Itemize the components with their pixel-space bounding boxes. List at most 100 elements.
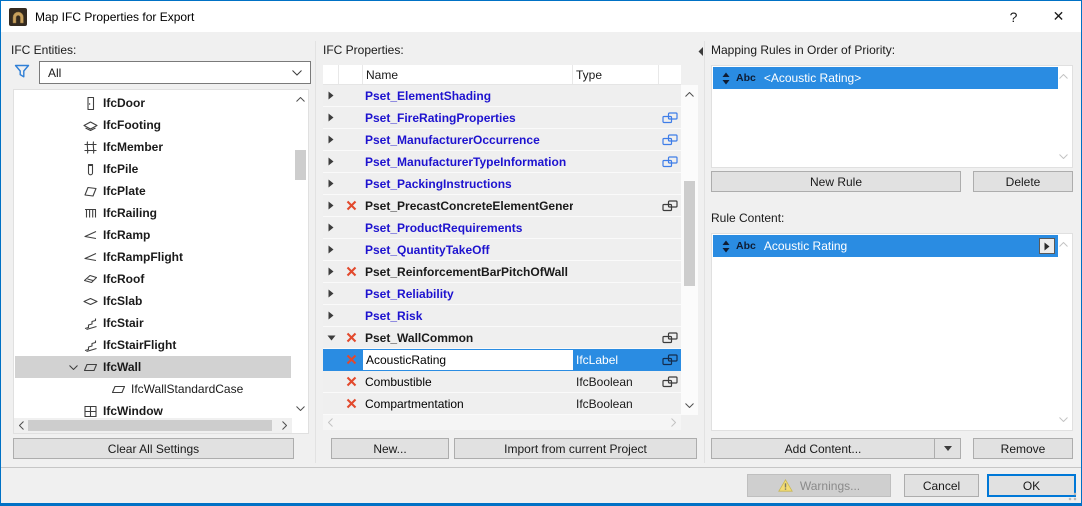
scrollbar-thumb[interactable] — [295, 150, 306, 180]
tree-item-ifcdoor[interactable]: IfcDoor — [15, 92, 291, 114]
warnings-button[interactable]: Warnings... — [747, 474, 891, 497]
expand-icon[interactable] — [323, 223, 339, 232]
tree-item-ifcrampflight[interactable]: IfcRampFlight — [15, 246, 291, 268]
tree-item-ifcfooting[interactable]: IfcFooting — [15, 114, 291, 136]
collapse-icon[interactable] — [323, 335, 339, 341]
scroll-left-icon — [323, 415, 338, 430]
properties-hscrollbar[interactable] — [323, 415, 681, 430]
property-row-pset_fireratingproperties[interactable]: Pset_FireRatingProperties — [323, 107, 681, 129]
rule-content-row[interactable]: Abc Acoustic Rating — [713, 235, 1058, 257]
delete-rule-button[interactable]: Delete — [973, 171, 1073, 192]
new-rule-button[interactable]: New Rule — [711, 171, 961, 192]
property-row-pset_elementshading[interactable]: Pset_ElementShading — [323, 85, 681, 107]
property-row-pset_manufactureroccurrence[interactable]: Pset_ManufacturerOccurrence — [323, 129, 681, 151]
expand-icon[interactable] — [323, 245, 339, 254]
wall-icon — [109, 381, 128, 398]
tree-item-ifcmember[interactable]: IfcMember — [15, 136, 291, 158]
property-name: Pset_ReinforcementBarPitchOfWall — [365, 264, 568, 279]
tree-item-ifcwindow[interactable]: IfcWindow — [15, 400, 291, 417]
entities-panel-label: IFC Entities: — [11, 43, 77, 57]
add-content-dropdown-button[interactable] — [935, 438, 961, 459]
reorder-icon[interactable] — [722, 72, 730, 85]
expand-icon[interactable] — [323, 267, 339, 276]
property-row-acousticrating[interactable]: AcousticRating IfcLabel — [323, 349, 681, 371]
reorder-icon[interactable] — [722, 240, 730, 253]
cancel-button[interactable]: Cancel — [904, 474, 979, 497]
scroll-up-icon[interactable] — [293, 92, 308, 107]
property-row-pset_packinginstructions[interactable]: Pset_PackingInstructions — [323, 173, 681, 195]
scroll-left-icon[interactable] — [14, 418, 29, 433]
footer-divider — [1, 467, 1081, 468]
scroll-up-icon[interactable] — [682, 87, 697, 102]
property-row-combustible[interactable]: Combustible IfcBoolean — [323, 371, 681, 393]
remove-content-button[interactable]: Remove — [973, 438, 1073, 459]
tree-item-ifcstair[interactable]: IfcStair — [15, 312, 291, 334]
expand-icon[interactable] — [323, 91, 339, 100]
new-property-button[interactable]: New... — [331, 438, 449, 459]
import-from-project-button[interactable]: Import from current Project — [454, 438, 697, 459]
expand-icon[interactable] — [323, 157, 339, 166]
property-type: IfcLabel — [576, 352, 619, 367]
tree-item-label: IfcDoor — [103, 96, 145, 110]
tree-item-label: IfcPlate — [103, 184, 146, 198]
scrollbar-thumb[interactable] — [684, 181, 695, 286]
clear-all-settings-button[interactable]: Clear All Settings — [13, 438, 294, 459]
property-name-edit-input[interactable]: AcousticRating — [363, 349, 573, 370]
tree-item-ifcstairflight[interactable]: IfcStairFlight — [15, 334, 291, 356]
property-name: Pset_PackingInstructions — [365, 176, 512, 191]
expand-icon[interactable] — [323, 289, 339, 298]
stair-flight-icon — [81, 337, 100, 354]
mapping-rule-row[interactable]: Abc <Acoustic Rating> — [713, 67, 1058, 89]
scrollbar-thumb[interactable] — [28, 420, 272, 431]
expand-icon[interactable] — [323, 113, 339, 122]
chevron-down-icon[interactable] — [65, 364, 81, 370]
expand-icon[interactable] — [323, 135, 339, 144]
help-button[interactable]: ? — [991, 1, 1036, 32]
expand-icon[interactable] — [323, 179, 339, 188]
add-content-button[interactable]: Add Content... — [711, 438, 935, 459]
property-row-pset_reliability[interactable]: Pset_Reliability — [323, 283, 681, 305]
tree-item-ifcramp[interactable]: IfcRamp — [15, 224, 291, 246]
scroll-down-icon[interactable] — [293, 401, 308, 416]
property-row-compartmentation[interactable]: Compartmentation IfcBoolean — [323, 393, 681, 415]
property-row-pset_productrequirements[interactable]: Pset_ProductRequirements — [323, 217, 681, 239]
column-header-type[interactable]: Type — [573, 65, 659, 84]
tree-item-ifcpile[interactable]: IfcPile — [15, 158, 291, 180]
ok-button[interactable]: OK — [987, 474, 1076, 497]
filter-icon[interactable] — [14, 64, 30, 79]
tree-item-ifcroof[interactable]: IfcRoof — [15, 268, 291, 290]
tree-item-ifcplate[interactable]: IfcPlate — [15, 180, 291, 202]
property-row-pset_quantitytakeoff[interactable]: Pset_QuantityTakeOff — [323, 239, 681, 261]
entity-tree-hscrollbar[interactable] — [14, 418, 292, 433]
expand-icon[interactable] — [323, 311, 339, 320]
expand-rule-item-button[interactable] — [1039, 238, 1055, 254]
expand-icon[interactable] — [323, 201, 339, 210]
collapse-panel-icon[interactable] — [698, 47, 703, 56]
entity-filter-select[interactable]: All — [39, 61, 311, 84]
property-row-pset_risk[interactable]: Pset_Risk — [323, 305, 681, 327]
tree-item-label: IfcFooting — [103, 118, 161, 132]
column-header-name[interactable]: Name — [363, 65, 573, 84]
scroll-right-icon[interactable] — [277, 418, 292, 433]
excluded-x-icon — [339, 332, 363, 343]
window-icon — [81, 403, 100, 418]
property-row-pset_reinforcementbarpitchofwall[interactable]: Pset_ReinforcementBarPitchOfWall — [323, 261, 681, 283]
property-row-pset_wallcommon[interactable]: Pset_WallCommon — [323, 327, 681, 349]
ramp-flight-icon — [81, 249, 100, 266]
tree-item-ifcwallstandardcase[interactable]: IfcWallStandardCase — [15, 378, 291, 400]
entity-tree-vscrollbar[interactable] — [292, 90, 308, 418]
tree-item-label: IfcRoof — [103, 272, 145, 286]
scroll-up-icon — [1056, 69, 1071, 84]
property-row-pset_precastconcreteelementgeneral[interactable]: Pset_PrecastConcreteElementGeneral — [323, 195, 681, 217]
tree-item-ifcrailing[interactable]: IfcRailing — [15, 202, 291, 224]
property-row-pset_manufacturertypeinformation[interactable]: Pset_ManufacturerTypeInformation — [323, 151, 681, 173]
resize-grip[interactable] — [1067, 491, 1077, 501]
tree-item-label: IfcStairFlight — [103, 338, 177, 352]
properties-vscrollbar[interactable] — [681, 85, 698, 415]
scroll-down-icon[interactable] — [682, 398, 697, 413]
close-button[interactable]: ✕ — [1036, 1, 1081, 32]
wall-icon — [81, 359, 100, 376]
tree-item-ifcwall[interactable]: IfcWall — [15, 356, 291, 378]
property-name: Pset_QuantityTakeOff — [365, 242, 490, 257]
tree-item-ifcslab[interactable]: IfcSlab — [15, 290, 291, 312]
